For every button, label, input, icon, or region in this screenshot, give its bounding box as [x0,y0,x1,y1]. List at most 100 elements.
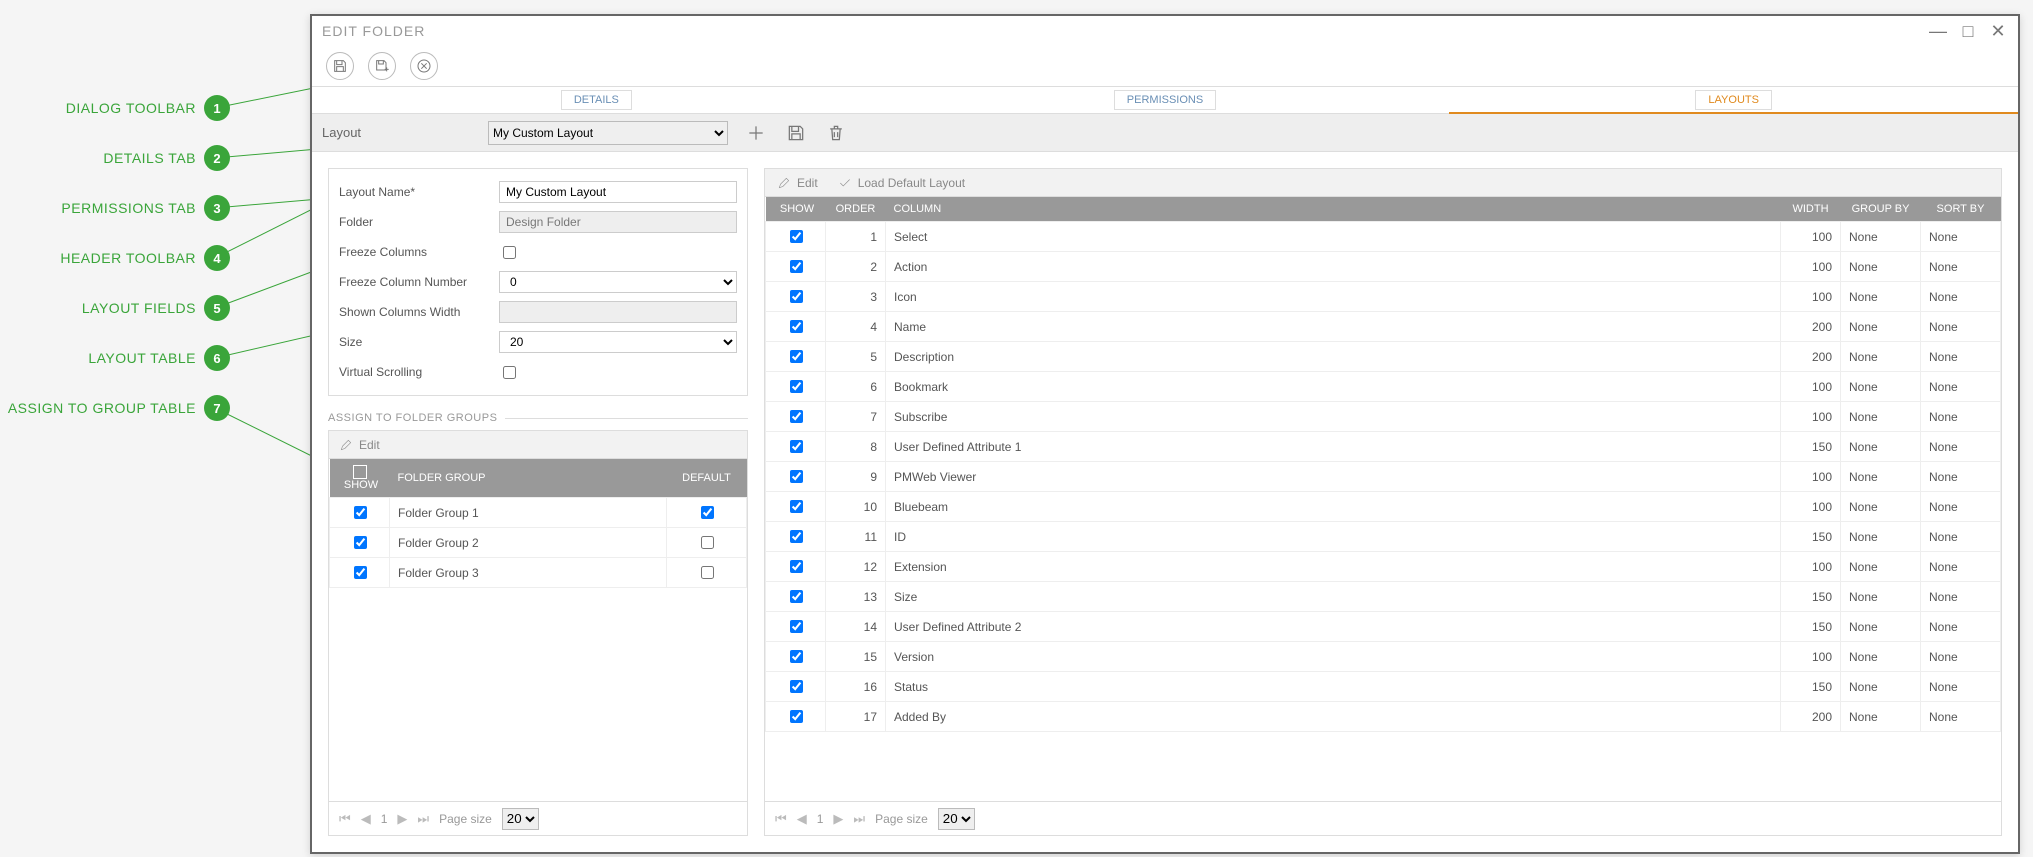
order-cell: 4 [826,312,886,342]
column-cell: Action [886,252,1781,282]
groupby-cell: None [1841,432,1921,462]
callout-label: ASSIGN TO GROUP TABLE [8,400,196,416]
layout-name-input[interactable] [499,181,737,203]
width-cell: 100 [1781,252,1841,282]
order-cell: 10 [826,492,886,522]
groups-pager: ⏮ ◀ 1 ▶ ⏭ Page size 20 [329,801,747,835]
column-cell: Description [886,342,1781,372]
callout-badge: 4 [204,245,230,271]
groupby-cell: None [1841,552,1921,582]
column-cell: Icon [886,282,1781,312]
minimize-button[interactable]: — [1928,21,1948,42]
cols-edit-button[interactable]: Edit [777,176,818,190]
sortby-cell: None [1921,672,2001,702]
table-row: 8User Defined Attribute 1150NoneNone [766,432,2001,462]
pager-size-select[interactable]: 20 [502,808,539,830]
edit-folder-dialog: EDIT FOLDER — □ ✕ DETAILS PERMISSIONS LA… [310,14,2020,854]
save-layout-button[interactable] [784,121,808,145]
load-default-button[interactable]: Load Default Layout [838,176,965,190]
column-cell: Bluebeam [886,492,1781,522]
sortby-cell: None [1921,642,2001,672]
cancel-icon [416,58,432,74]
pager-first-button[interactable]: ⏮ [775,811,787,827]
vscroll-checkbox[interactable] [503,366,516,379]
trash-icon [826,123,846,143]
column-cell: Extension [886,552,1781,582]
checkbox-icon[interactable] [353,465,367,479]
pager-size-select[interactable]: 20 [938,808,975,830]
save-button[interactable] [326,52,354,80]
column-cell: PMWeb Viewer [886,462,1781,492]
order-cell: 1 [826,222,886,252]
tab-details[interactable]: DETAILS [312,87,881,113]
show-checkbox[interactable] [790,290,803,303]
size-select[interactable]: 20 [499,331,737,353]
vscroll-label: Virtual Scrolling [339,365,499,379]
layout-select[interactable]: My Custom Layout [488,121,728,145]
sortby-cell: None [1921,612,2001,642]
folder-label: Folder [339,215,499,229]
width-cell: 200 [1781,702,1841,732]
show-checkbox[interactable] [790,650,803,663]
groupby-cell: None [1841,522,1921,552]
show-checkbox[interactable] [790,560,803,573]
show-checkbox[interactable] [790,230,803,243]
pager-next-button[interactable]: ▶ [833,811,843,827]
pager-last-button[interactable]: ⏭ [853,811,865,827]
table-row: 1Select100NoneNone [766,222,2001,252]
pager-next-button[interactable]: ▶ [397,811,407,827]
tab-permissions[interactable]: PERMISSIONS [881,87,1450,113]
callout-label: DIALOG TOOLBAR [66,100,196,116]
default-checkbox[interactable] [701,566,714,579]
show-checkbox[interactable] [790,530,803,543]
show-checkbox[interactable] [790,500,803,513]
freeze-num-select[interactable]: 0 [499,271,737,293]
show-checkbox[interactable] [790,710,803,723]
pager-first-button[interactable]: ⏮ [339,811,351,827]
close-button[interactable]: ✕ [1988,21,2008,42]
order-cell: 7 [826,402,886,432]
layout-select-label: Layout [322,125,472,140]
show-checkbox[interactable] [354,566,367,579]
order-cell: 2 [826,252,886,282]
show-checkbox[interactable] [790,320,803,333]
show-checkbox[interactable] [790,590,803,603]
show-checkbox[interactable] [790,680,803,693]
order-cell: 17 [826,702,886,732]
show-checkbox[interactable] [354,506,367,519]
freeze-cols-checkbox[interactable] [503,246,516,259]
show-checkbox[interactable] [790,260,803,273]
pager-prev-button[interactable]: ◀ [361,811,371,827]
tab-layouts[interactable]: LAYOUTS [1449,87,2018,113]
show-checkbox[interactable] [790,350,803,363]
pager-prev-button[interactable]: ◀ [797,811,807,827]
show-checkbox[interactable] [354,536,367,549]
pager-last-button[interactable]: ⏭ [417,811,429,827]
sortby-cell: None [1921,702,2001,732]
maximize-button[interactable]: □ [1958,21,1978,42]
table-row: 12Extension100NoneNone [766,552,2001,582]
callout-badge: 7 [204,395,230,421]
show-checkbox[interactable] [790,440,803,453]
groups-edit-button[interactable]: Edit [359,438,380,452]
table-row: 2Action100NoneNone [766,252,2001,282]
delete-layout-button[interactable] [824,121,848,145]
column-cell: ID [886,522,1781,552]
add-layout-button[interactable] [744,121,768,145]
show-checkbox[interactable] [790,410,803,423]
show-checkbox[interactable] [790,380,803,393]
callout-7: ASSIGN TO GROUP TABLE 7 [8,395,230,421]
pencil-icon [339,438,353,452]
show-checkbox[interactable] [790,620,803,633]
layout-fields: Layout Name* Folder Freeze Columns Freez… [328,168,748,396]
callout-3: PERMISSIONS TAB3 [61,195,230,221]
width-cell: 100 [1781,642,1841,672]
cancel-button[interactable] [410,52,438,80]
save-as-button[interactable] [368,52,396,80]
show-checkbox[interactable] [790,470,803,483]
default-checkbox[interactable] [701,536,714,549]
sortby-cell: None [1921,552,2001,582]
shown-width-label: Shown Columns Width [339,305,499,319]
default-checkbox[interactable] [701,506,714,519]
column-cell: Added By [886,702,1781,732]
